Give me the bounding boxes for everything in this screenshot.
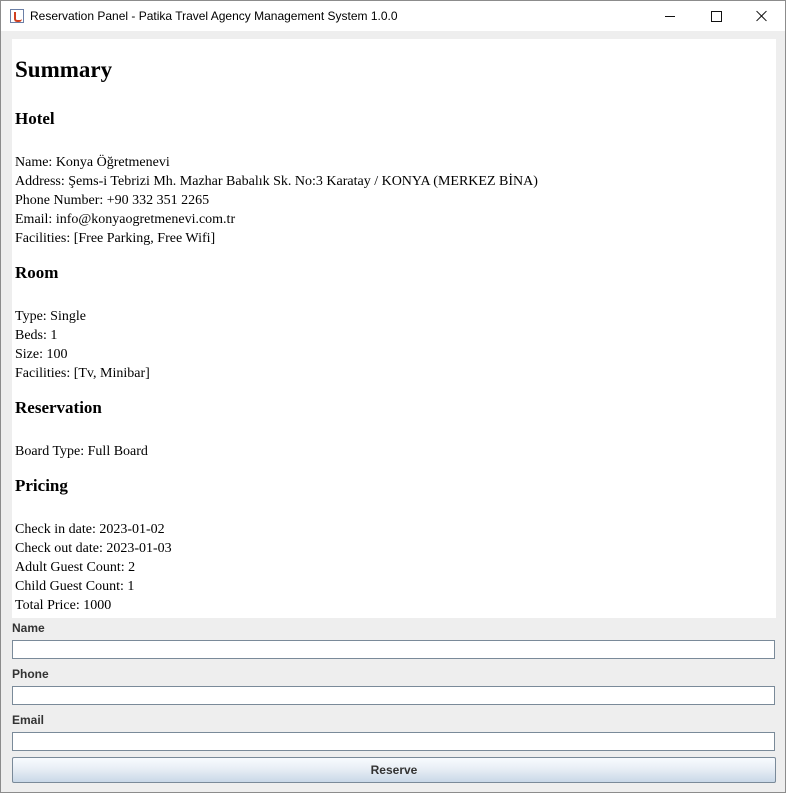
room-heading: Room: [15, 263, 59, 282]
child-guest-count: Child Guest Count: 1: [15, 579, 135, 594]
hotel-email: Email: info@konyaogretmenevi.com.tr: [15, 212, 236, 227]
hotel-phone: Phone Number: +90 332 351 2265: [15, 193, 210, 208]
summary-panel: Summary Hotel Name: Konya Öğretmenevi Ad…: [12, 39, 776, 618]
reservation-heading: Reservation: [15, 398, 102, 417]
adult-guest-count: Adult Guest Count: 2: [15, 560, 136, 575]
hotel-heading: Hotel: [15, 109, 55, 128]
close-button[interactable]: [739, 1, 785, 31]
maximize-button[interactable]: [693, 1, 739, 31]
email-field[interactable]: [12, 732, 775, 751]
board-type: Board Type: Full Board: [15, 444, 148, 459]
room-beds: Beds: 1: [15, 328, 58, 343]
room-facilities: Facilities: [Tv, Minibar]: [15, 366, 150, 381]
close-icon: [756, 10, 768, 22]
total-price: Total Price: 1000: [15, 598, 112, 613]
hotel-facilities: Facilities: [Free Parking, Free Wifi]: [15, 231, 216, 246]
hotel-address: Address: Şems-i Tebrizi Mh. Mazhar Babal…: [15, 174, 538, 189]
name-label: Name: [12, 621, 45, 635]
phone-label: Phone: [12, 667, 49, 681]
summary-heading: Summary: [15, 57, 113, 82]
window-controls: [647, 1, 785, 31]
email-label: Email: [12, 713, 45, 727]
title-bar[interactable]: Reservation Panel - Patika Travel Agency…: [1, 1, 785, 31]
window-title: Reservation Panel - Patika Travel Agency…: [30, 9, 398, 23]
phone-field[interactable]: [12, 686, 775, 705]
hotel-name: Name: Konya Öğretmenevi: [15, 155, 170, 170]
room-size: Size: 100: [15, 347, 68, 362]
reserve-button[interactable]: Reserve: [12, 757, 776, 783]
check-in-date: Check in date: 2023-01-02: [15, 522, 165, 537]
room-type: Type: Single: [15, 309, 86, 324]
name-field[interactable]: [12, 640, 775, 659]
minimize-button[interactable]: [647, 1, 693, 31]
check-out-date: Check out date: 2023-01-03: [15, 541, 172, 556]
java-app-icon: [10, 9, 24, 23]
pricing-heading: Pricing: [15, 476, 68, 495]
minimize-icon: [665, 15, 675, 17]
reservation-window: Reservation Panel - Patika Travel Agency…: [0, 0, 786, 793]
maximize-icon: [710, 10, 722, 22]
